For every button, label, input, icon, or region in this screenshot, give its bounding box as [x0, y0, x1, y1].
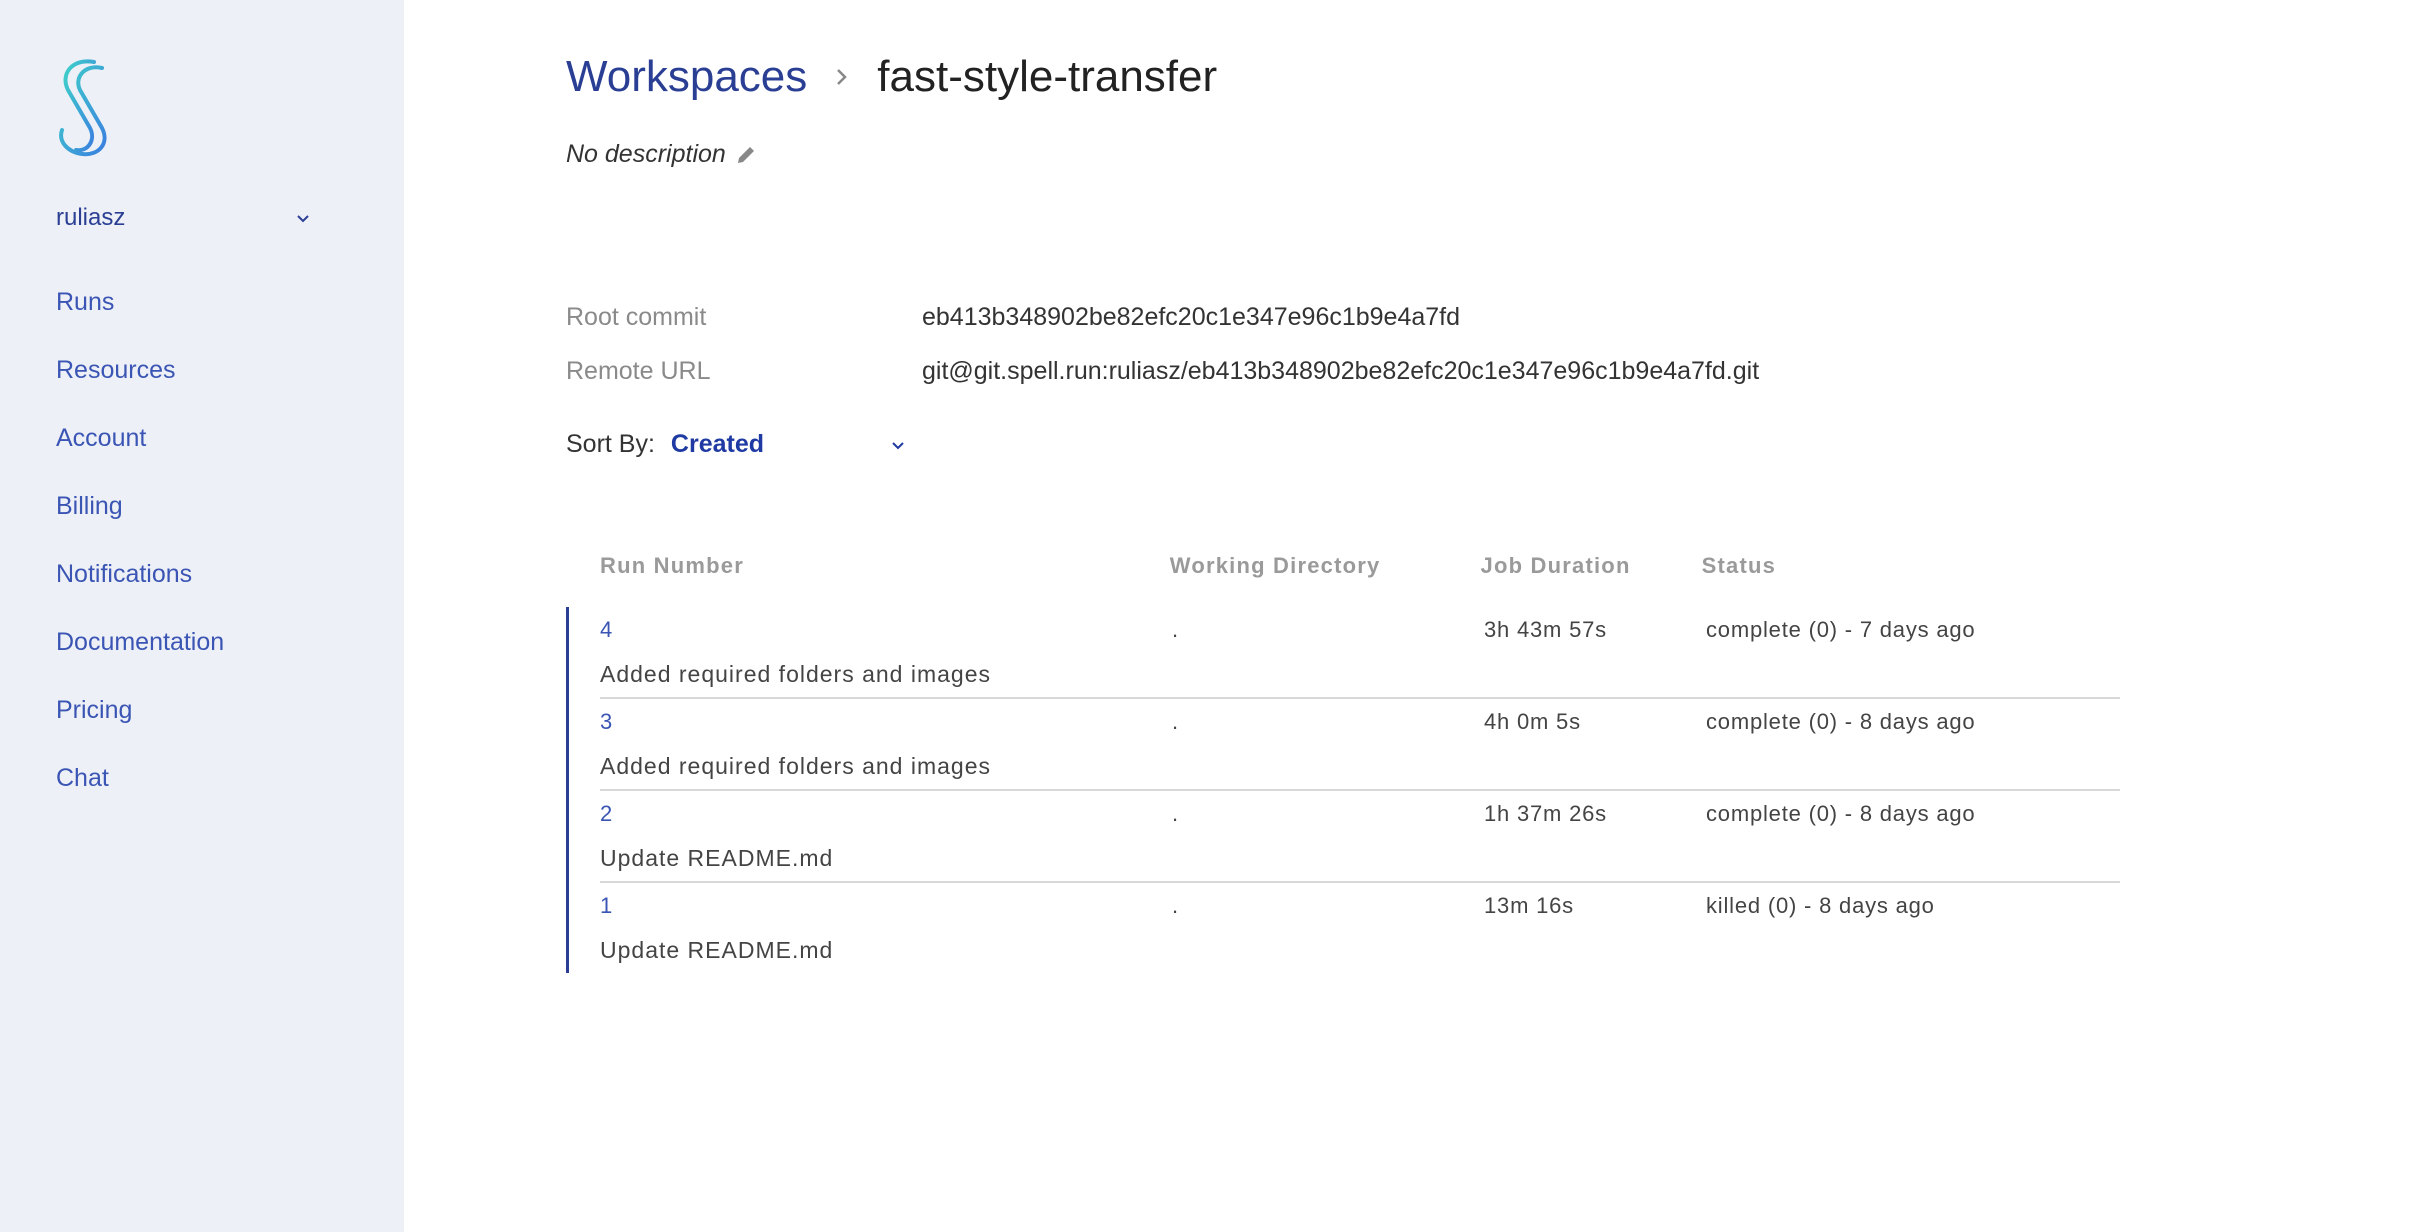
- spell-logo[interactable]: [54, 58, 118, 158]
- commit-message: Update README.md: [600, 937, 834, 963]
- sidebar-item-pricing[interactable]: Pricing: [56, 690, 224, 758]
- run-number-link[interactable]: 1: [600, 893, 1172, 919]
- run-number-link[interactable]: 2: [600, 801, 1172, 827]
- breadcrumb: Workspaces fast-style-transfer: [566, 52, 1217, 102]
- sidebar-item-resources[interactable]: Resources: [56, 350, 224, 418]
- job-duration: 4h 0m 5s: [1484, 709, 1581, 734]
- username: ruliasz: [56, 204, 126, 231]
- runs-table: Run Number Working Directory Job Duratio…: [566, 545, 2120, 973]
- table-body: 4 . 3h 43m 57s complete (0) - 7 days ago…: [566, 607, 2120, 973]
- working-directory: .: [1172, 801, 1179, 826]
- run-status: complete (0) - 7 days ago: [1706, 617, 1976, 642]
- sidebar-nav: Runs Resources Account Billing Notificat…: [56, 282, 224, 826]
- description-edit[interactable]: No description: [566, 140, 758, 169]
- chevron-down-icon: [297, 215, 309, 223]
- table-row[interactable]: 3 . 4h 0m 5s complete (0) - 8 days ago A…: [600, 699, 2120, 791]
- page-title: fast-style-transfer: [877, 52, 1218, 101]
- main-content: Workspaces fast-style-transfer No descri…: [566, 0, 2418, 1232]
- chevron-right-icon: [837, 69, 848, 85]
- header-job-duration: Job Duration: [1480, 553, 1631, 578]
- working-directory: .: [1172, 709, 1179, 734]
- table-row[interactable]: 2 . 1h 37m 26s complete (0) - 8 days ago…: [600, 791, 2120, 883]
- working-directory: .: [1172, 893, 1179, 918]
- sort-label: Sort By:: [566, 430, 655, 458]
- run-status: complete (0) - 8 days ago: [1706, 709, 1976, 734]
- commit-message: Added required folders and images: [600, 661, 992, 687]
- sidebar-item-billing[interactable]: Billing: [56, 486, 224, 554]
- remote-url-value: git@git.spell.run:ruliasz/eb413b348902be…: [922, 356, 1760, 385]
- sidebar-item-documentation[interactable]: Documentation: [56, 622, 224, 690]
- sort-control: Sort By: Created: [566, 430, 907, 459]
- header-status: Status: [1701, 553, 1777, 578]
- table-row[interactable]: 4 . 3h 43m 57s complete (0) - 7 days ago…: [600, 607, 2120, 699]
- working-directory: .: [1172, 617, 1179, 642]
- sidebar-item-chat[interactable]: Chat: [56, 758, 224, 826]
- run-status: complete (0) - 8 days ago: [1706, 801, 1976, 826]
- remote-url-label: Remote URL: [566, 356, 711, 385]
- workspace-info: Root commit eb413b348902be82efc20c1e347e…: [566, 290, 1759, 398]
- run-number-link[interactable]: 4: [600, 617, 1172, 643]
- root-commit-label: Root commit: [566, 302, 707, 331]
- sidebar-item-account[interactable]: Account: [56, 418, 224, 486]
- header-run-number: Run Number: [600, 553, 744, 578]
- sidebar: ruliasz Runs Resources Account Billing N…: [0, 0, 404, 1232]
- table-row[interactable]: 1 . 13m 16s killed (0) - 8 days ago Upda…: [600, 883, 2120, 973]
- info-row-root-commit: Root commit eb413b348902be82efc20c1e347e…: [566, 290, 1759, 344]
- sort-value: Created: [670, 430, 765, 458]
- commit-message: Added required folders and images: [600, 753, 992, 779]
- run-status: killed (0) - 8 days ago: [1706, 893, 1935, 918]
- run-number-link[interactable]: 3: [600, 709, 1172, 735]
- user-select[interactable]: ruliasz: [56, 200, 312, 236]
- job-duration: 3h 43m 57s: [1484, 617, 1607, 642]
- commit-message: Update README.md: [600, 845, 834, 871]
- sidebar-item-runs[interactable]: Runs: [56, 282, 224, 350]
- info-row-remote-url: Remote URL git@git.spell.run:ruliasz/eb4…: [566, 344, 1759, 398]
- description-text: No description: [566, 140, 726, 168]
- pencil-icon[interactable]: [734, 143, 758, 167]
- job-duration: 13m 16s: [1484, 893, 1574, 918]
- job-duration: 1h 37m 26s: [1484, 801, 1607, 826]
- table-header: Run Number Working Directory Job Duratio…: [566, 545, 2120, 587]
- root-commit-value: eb413b348902be82efc20c1e347e96c1b9e4a7fd: [922, 302, 1461, 331]
- breadcrumb-workspaces[interactable]: Workspaces: [566, 52, 807, 102]
- header-working-directory: Working Directory: [1169, 553, 1381, 578]
- sort-dropdown[interactable]: Created: [671, 430, 907, 459]
- chevron-down-icon: [892, 441, 904, 449]
- sidebar-item-notifications[interactable]: Notifications: [56, 554, 224, 622]
